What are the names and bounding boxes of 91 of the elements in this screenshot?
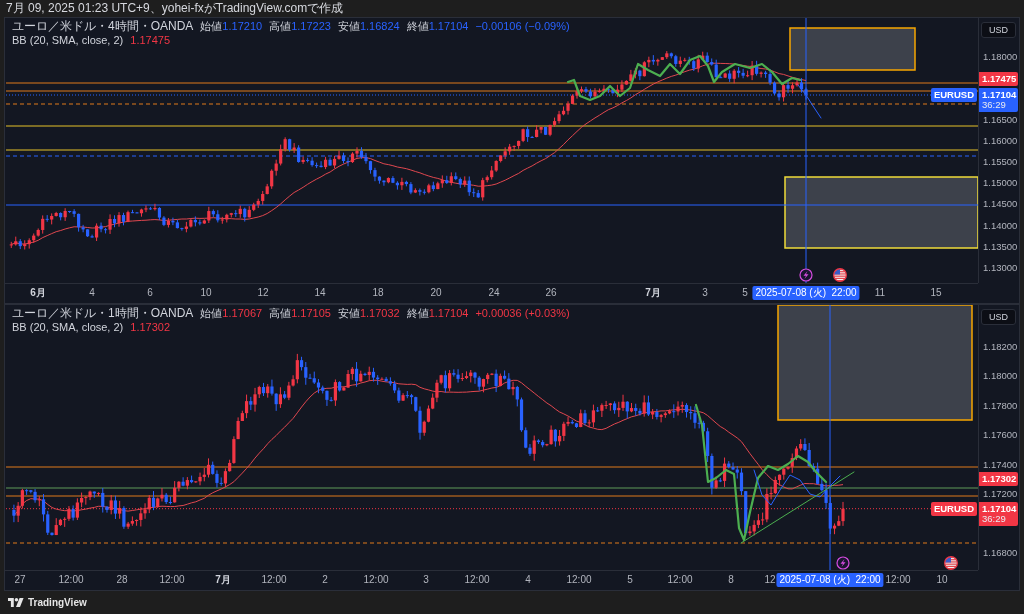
time-tick: 12:00 bbox=[363, 574, 389, 586]
ohlc-value: 1.17032 bbox=[359, 306, 400, 320]
price-tick: 1.13000 bbox=[983, 262, 1018, 274]
ohlc-value: 1.17067 bbox=[222, 306, 263, 320]
price-tick: 1.17400 bbox=[983, 459, 1018, 471]
ohlc-label: 安値 bbox=[337, 306, 360, 320]
flag-icon[interactable] bbox=[944, 556, 958, 570]
caption-text: 7月 09, 2025 01:23 UTC+9、yohei-fxがTradingView.comで作成 bbox=[5, 0, 345, 17]
symbol-title: ユーロ／米ドル・1時間・OANDA bbox=[12, 306, 194, 320]
time-tick: 12 bbox=[764, 574, 776, 586]
time-tick: 7月 bbox=[645, 287, 661, 299]
price-tick: 1.14000 bbox=[983, 220, 1018, 232]
time-tick: 20 bbox=[430, 287, 442, 299]
price-tick: 1.16500 bbox=[983, 114, 1018, 126]
indicator-price-label: 1.17475 bbox=[979, 72, 1018, 86]
time-tick: 15 bbox=[930, 287, 942, 299]
ohlc-value: 1.17210 bbox=[222, 19, 263, 33]
flag-icon[interactable] bbox=[833, 268, 847, 282]
time-tick: 5 bbox=[742, 287, 748, 299]
price-tick: 1.18000 bbox=[983, 51, 1018, 63]
time-tick: 3 bbox=[702, 287, 708, 299]
time-tick: 11 bbox=[874, 287, 886, 299]
symbol-label: EURUSD bbox=[930, 501, 977, 516]
ohlc-label: 終値 bbox=[406, 306, 429, 320]
projection-line bbox=[797, 84, 822, 119]
time-tick: 12:00 bbox=[58, 574, 84, 586]
time-tick: 26 bbox=[545, 287, 557, 299]
time-tick: 4 bbox=[89, 287, 95, 299]
price-tick: 1.17600 bbox=[983, 429, 1018, 441]
price-tick: 1.13500 bbox=[983, 241, 1018, 253]
price-tick: 1.17200 bbox=[983, 488, 1018, 500]
indicator-label: BB (20, SMA, close, 2) bbox=[12, 33, 124, 47]
time-tick: 27 bbox=[14, 574, 26, 586]
time-tick: 4 bbox=[525, 574, 531, 586]
price-change: +0.00036 (+0.03%) bbox=[475, 306, 570, 320]
time-tick: 12:00 bbox=[159, 574, 185, 586]
currency-button[interactable]: USD bbox=[981, 309, 1016, 325]
indicator-value: 1.17302 bbox=[130, 320, 171, 334]
time-tick: 10 bbox=[936, 574, 948, 586]
time-tick: 12:00 bbox=[464, 574, 490, 586]
ohlc-value: 1.16824 bbox=[359, 19, 400, 33]
lightning-icon[interactable] bbox=[836, 556, 850, 570]
ohlc-value: 1.17223 bbox=[291, 19, 331, 33]
price-tick: 1.16800 bbox=[983, 547, 1018, 559]
time-tick: 12:00 bbox=[261, 574, 287, 586]
ohlc-value: 1.17104 bbox=[428, 306, 469, 320]
indicator-value: 1.17475 bbox=[130, 33, 171, 47]
time-tick: 18 bbox=[372, 287, 384, 299]
indicator-price-label: 1.17302 bbox=[979, 472, 1018, 486]
price-tick: 1.15000 bbox=[983, 177, 1018, 189]
time-tick: 6月 bbox=[30, 287, 46, 299]
logo-icon bbox=[8, 598, 24, 607]
ohlc-label: 終値 bbox=[406, 19, 429, 33]
time-tick: 24 bbox=[488, 287, 500, 299]
time-tick: 2 bbox=[322, 574, 328, 586]
currency-button[interactable]: USD bbox=[981, 22, 1016, 38]
brand-name: TradingView bbox=[28, 597, 87, 608]
time-tick: 12 bbox=[257, 287, 269, 299]
time-tick: 6 bbox=[147, 287, 153, 299]
lightning-icon[interactable] bbox=[799, 268, 813, 282]
time-tick: 28 bbox=[116, 574, 128, 586]
price-tick: 1.15500 bbox=[983, 156, 1018, 168]
ohlc-value: 1.17104 bbox=[428, 19, 469, 33]
time-tick: 8 bbox=[728, 574, 734, 586]
price-change: −0.00106 (−0.09%) bbox=[475, 19, 570, 33]
ohlc-label: 安値 bbox=[337, 19, 360, 33]
ohlc-label: 高値 bbox=[269, 19, 292, 33]
crosshair-time-label: 2025-07-08 (火) 22:00 bbox=[776, 573, 884, 587]
last-price-label: 1.17104 36:29 bbox=[979, 88, 1018, 112]
time-tick: 10 bbox=[200, 287, 212, 299]
time-tick: 5 bbox=[627, 574, 633, 586]
time-tick: 3 bbox=[423, 574, 429, 586]
price-tick: 1.18000 bbox=[983, 370, 1018, 382]
indicator-label: BB (20, SMA, close, 2) bbox=[12, 320, 124, 334]
last-price-label: 1.17104 36:29 bbox=[979, 501, 1018, 526]
time-tick: 7月 bbox=[215, 574, 231, 586]
crosshair-time-label: 2025-07-08 (火) 22:00 bbox=[752, 286, 860, 300]
price-tick: 1.18200 bbox=[983, 341, 1018, 353]
price-tick: 1.17800 bbox=[983, 400, 1018, 412]
price-tick: 1.16000 bbox=[983, 135, 1018, 147]
time-tick: 14 bbox=[314, 287, 326, 299]
ohlc-label: 始値 bbox=[200, 306, 223, 320]
symbol-label: EURUSD bbox=[930, 88, 977, 102]
time-tick: 12:00 bbox=[566, 574, 592, 586]
ohlc-value: 1.17105 bbox=[291, 306, 331, 320]
time-tick: 12:00 bbox=[667, 574, 693, 586]
time-tick: 12:00 bbox=[885, 574, 911, 586]
ohlc-label: 始値 bbox=[200, 19, 223, 33]
price-tick: 1.14500 bbox=[983, 198, 1018, 210]
ohlc-label: 高値 bbox=[269, 306, 292, 320]
symbol-title: ユーロ／米ドル・4時間・OANDA bbox=[12, 19, 194, 33]
